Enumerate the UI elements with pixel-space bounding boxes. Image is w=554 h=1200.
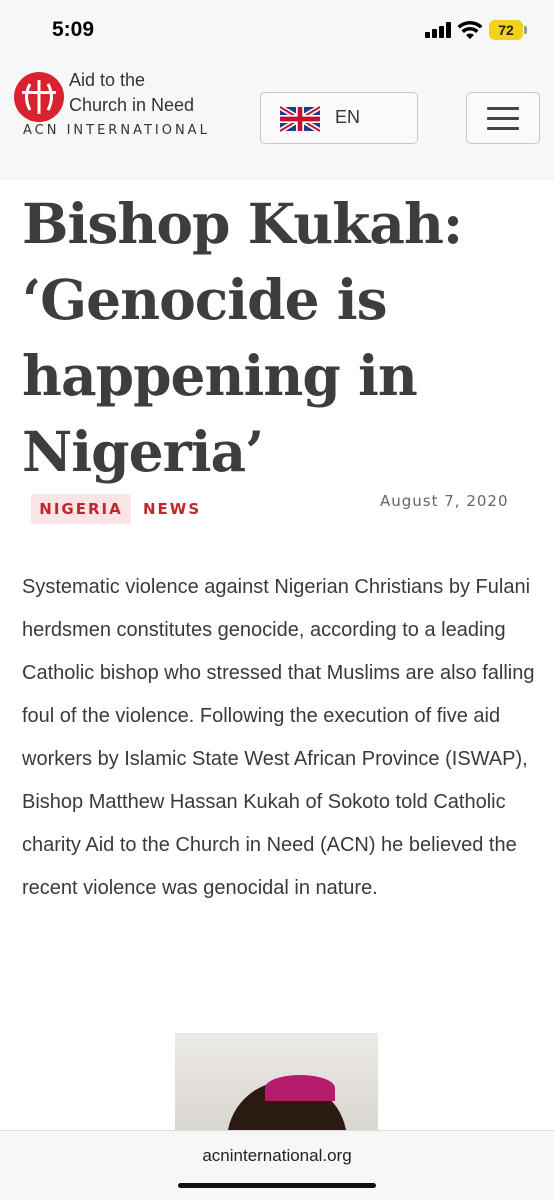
article-title: Bishop Kukah: ‘Genocide is happening in … bbox=[22, 191, 463, 484]
menu-icon-bar bbox=[487, 107, 519, 110]
menu-icon-bar bbox=[487, 127, 519, 130]
cellular-signal-icon bbox=[425, 22, 451, 38]
tag-news[interactable]: NEWS bbox=[143, 494, 201, 524]
url-text[interactable]: acninternational.org bbox=[0, 1146, 554, 1166]
article-body: Systematic violence against Nigerian Chr… bbox=[22, 576, 535, 899]
photo-zucchetto bbox=[265, 1075, 335, 1101]
browser-address-bar[interactable]: acninternational.org bbox=[0, 1130, 554, 1200]
logo-text-line2: Church in Need bbox=[69, 95, 195, 115]
logo-text-line1: Aid to the bbox=[69, 70, 146, 90]
article-date: August 7, 2020 bbox=[380, 492, 509, 510]
tag-nigeria[interactable]: NIGERIA bbox=[31, 494, 131, 524]
hamburger-menu-button[interactable] bbox=[466, 92, 540, 144]
status-bar: 5:09 72 bbox=[0, 0, 554, 60]
battery-tip bbox=[524, 26, 527, 34]
language-label: EN bbox=[335, 107, 361, 127]
uk-flag-icon bbox=[280, 106, 320, 132]
menu-icon-bar bbox=[487, 117, 519, 120]
language-selector-button[interactable]: EN bbox=[260, 92, 418, 144]
logo-subtitle: ACN INTERNATIONAL bbox=[23, 123, 210, 138]
battery-indicator: 72 bbox=[489, 20, 523, 40]
article-photo bbox=[175, 1033, 378, 1133]
home-indicator[interactable] bbox=[178, 1183, 376, 1188]
acn-logo-icon[interactable] bbox=[13, 71, 65, 123]
status-time: 5:09 bbox=[52, 18, 95, 41]
wifi-icon bbox=[457, 20, 483, 39]
site-header: Aid to the Church in Need ACN INTERNATIO… bbox=[0, 60, 554, 180]
